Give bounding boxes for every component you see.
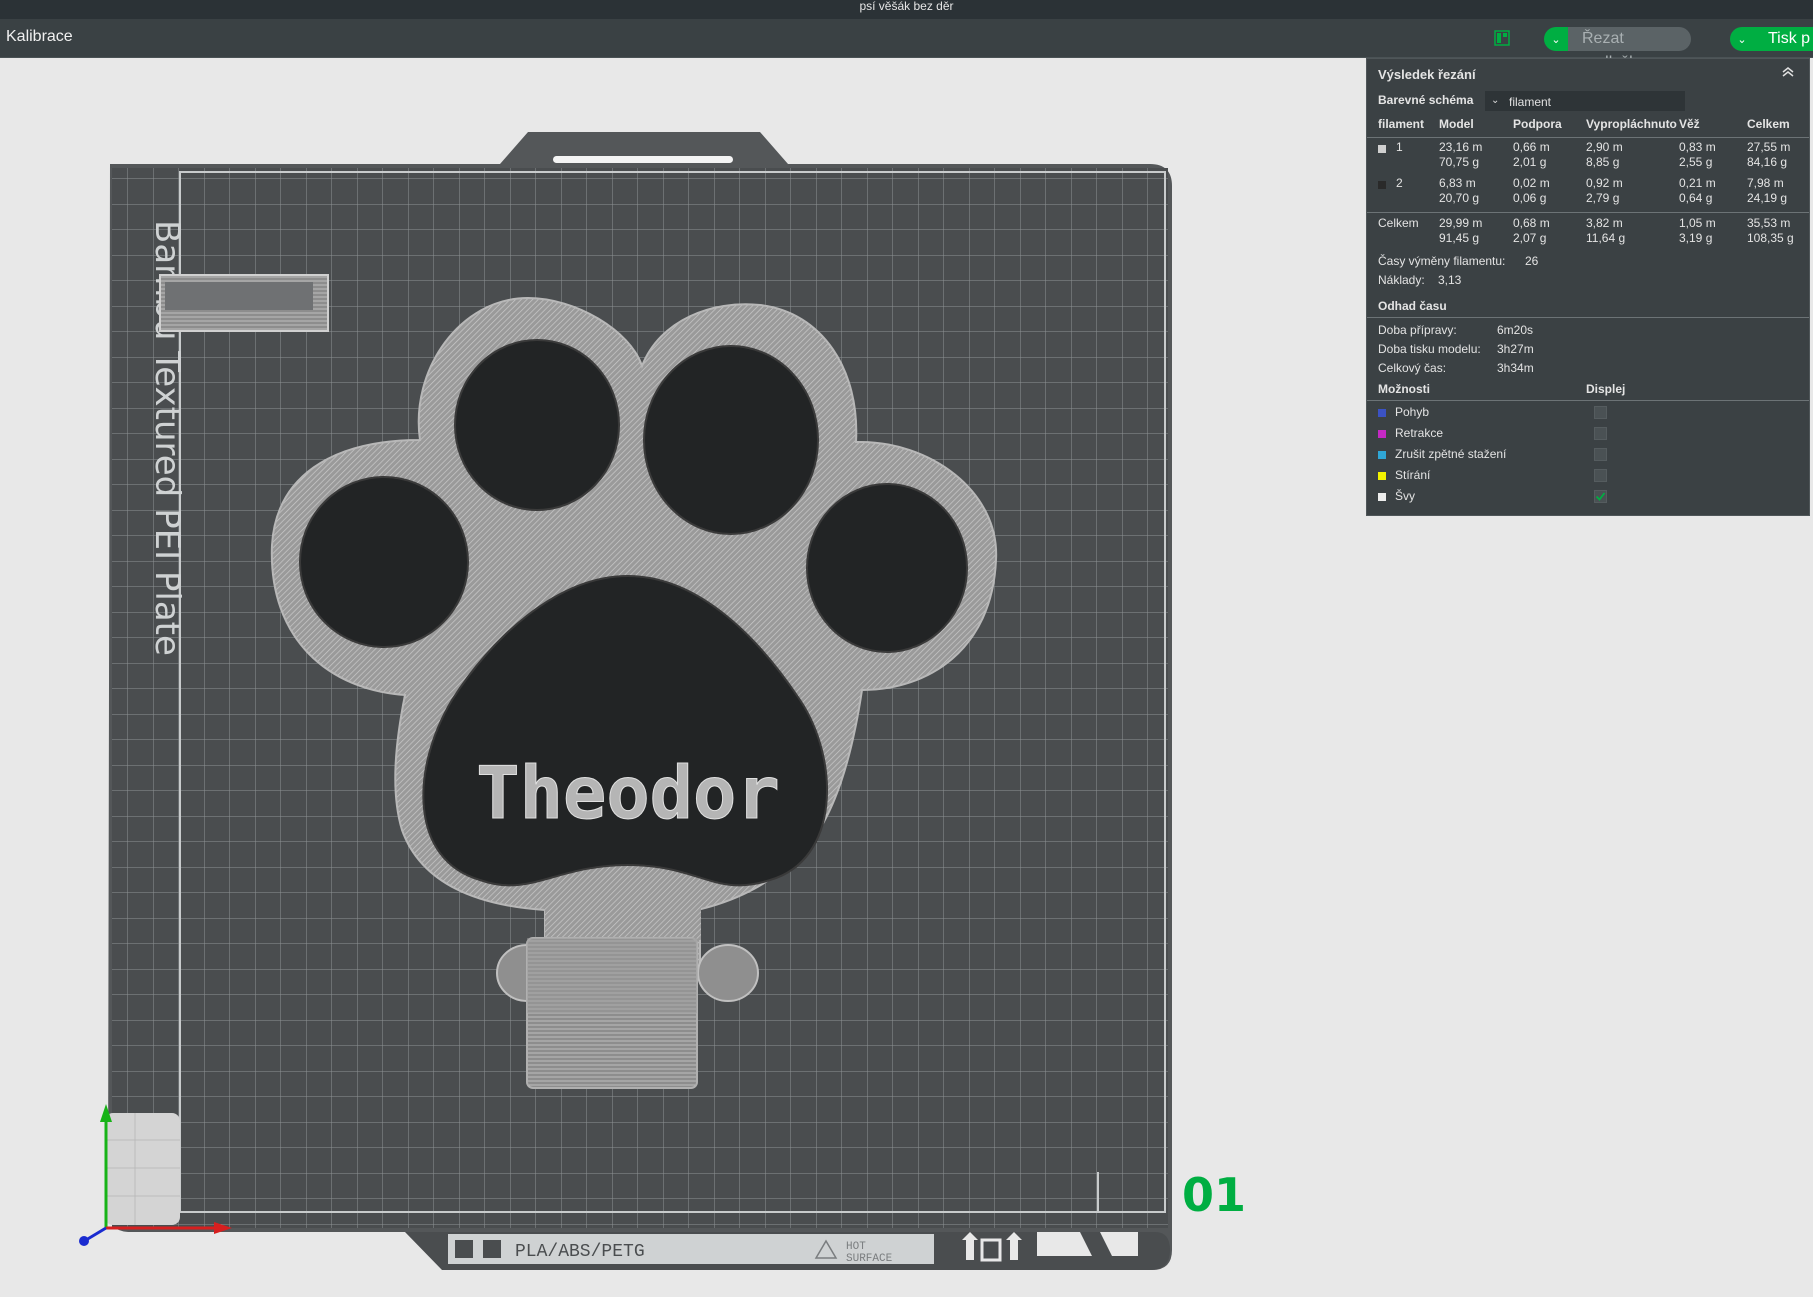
option-row-travel: Pohyb <box>1367 403 1809 423</box>
retraction-color-swatch <box>1378 430 1386 438</box>
seams-display-checkbox[interactable] <box>1594 490 1607 503</box>
options-header: Možnosti <box>1378 382 1430 396</box>
filament-2-swatch <box>1378 181 1386 189</box>
total-flushed: 3,82 m 11,64 g <box>1586 216 1626 245</box>
color-scheme-value: filament <box>1509 95 1552 109</box>
layout-icon[interactable] <box>1494 30 1510 46</box>
option-label: Pohyb <box>1395 405 1430 419</box>
time-estimate-section: Odhad času <box>1378 299 1447 313</box>
svg-text:HOT: HOT <box>846 1241 866 1253</box>
total-model: 29,99 m 91,45 g <box>1439 216 1483 245</box>
option-row-retraction: Retrakce <box>1367 424 1809 444</box>
option-label: Stírání <box>1395 468 1431 482</box>
filament-2-id: 2 <box>1396 176 1403 190</box>
table-header-separator <box>1367 137 1809 138</box>
prep-time-value: 6m20s <box>1497 323 1534 337</box>
option-row-seams: Švy <box>1367 487 1809 507</box>
col-header-flushed: Vypropláchnuto <box>1586 117 1677 131</box>
option-label: Zrušit zpětné stažení <box>1395 447 1507 461</box>
model-time-value: 3h27m <box>1497 342 1534 356</box>
filament-1-swatch <box>1378 145 1386 153</box>
filament-1-total: 27,55 m 84,16 g <box>1747 140 1791 169</box>
col-header-model: Model <box>1439 117 1474 131</box>
total-tower: 1,05 m 3,19 g <box>1679 216 1716 245</box>
filament-2-model: 6,83 m 20,70 g <box>1439 176 1480 205</box>
slice-dropdown-chevron-icon[interactable]: ⌄ <box>1544 27 1568 51</box>
model-time-label: Doba tisku modelu: <box>1378 342 1481 356</box>
svg-text:SURFACE: SURFACE <box>846 1253 893 1265</box>
color-scheme-select[interactable]: ⌄ filament <box>1485 91 1685 111</box>
time-separator <box>1367 317 1809 318</box>
cost-value: 3,13 <box>1438 273 1462 287</box>
slice-plate-button-group: ⌄ Řezat podložku <box>1544 27 1691 71</box>
option-row-wipe: Stírání <box>1367 466 1809 486</box>
color-scheme-label: Barevné schéma <box>1378 93 1474 107</box>
filament-1-model: 23,16 m 70,75 g <box>1439 140 1483 169</box>
seams-color-swatch <box>1378 493 1386 501</box>
checkmark-icon <box>1595 492 1606 501</box>
options-separator <box>1367 400 1809 401</box>
total-time-value: 3h34m <box>1497 361 1534 375</box>
window-titlebar: psí věšák bez děr <box>0 0 1813 19</box>
retraction-display-checkbox[interactable] <box>1594 427 1607 440</box>
display-header: Displej <box>1586 382 1626 396</box>
filament-changes-value: 26 <box>1525 254 1539 268</box>
plate-footer-text: PLA/ABS/PETG <box>515 1242 645 1262</box>
travel-display-checkbox[interactable] <box>1594 406 1607 419</box>
filament-2-flushed: 0,92 m 2,79 g <box>1586 176 1623 205</box>
chevron-down-icon: ⌄ <box>1491 95 1500 106</box>
col-header-total: Celkem <box>1747 117 1790 131</box>
wipe-color-swatch <box>1378 472 1386 480</box>
model-name-text: Theodor <box>476 751 779 835</box>
col-header-support: Podpora <box>1513 117 1562 131</box>
option-label: Švy <box>1395 489 1416 503</box>
total-separator <box>1367 212 1809 213</box>
panel-title: Výsledek řezání <box>1378 67 1476 82</box>
option-row-unretract: Zrušit zpětné stažení <box>1367 445 1809 465</box>
wipe-display-checkbox[interactable] <box>1594 469 1607 482</box>
unretract-color-swatch <box>1378 451 1386 459</box>
filament-1-tower: 0,83 m 2,55 g <box>1679 140 1716 169</box>
slice-result-panel: Výsledek řezání Barevné schéma ⌄ filamen… <box>1366 58 1810 516</box>
window-title: psí věšák bez děr <box>859 0 954 13</box>
double-chevron-up-icon[interactable] <box>1781 65 1795 79</box>
filament-2-support: 0,02 m 0,06 g <box>1513 176 1550 205</box>
cost-label: Náklady: <box>1378 273 1425 287</box>
plate-number-label[interactable]: 01 <box>1182 1168 1246 1222</box>
filament-changes-label: Časy výměny filamentu: <box>1378 254 1506 268</box>
option-label: Retrakce <box>1395 426 1444 440</box>
z-axis-line <box>85 1226 107 1242</box>
prep-time-label: Doba přípravy: <box>1378 323 1457 337</box>
filament-2-tower: 0,21 m 0,64 g <box>1679 176 1716 205</box>
col-header-filament: filament <box>1378 117 1425 131</box>
total-row-label: Celkem <box>1378 216 1419 230</box>
filament-1-id: 1 <box>1396 140 1403 154</box>
total-support: 0,68 m 2,07 g <box>1513 216 1550 245</box>
print-plate-button[interactable]: Tisk p <box>1754 27 1813 51</box>
unretract-display-checkbox[interactable] <box>1594 448 1607 461</box>
total-time-label: Celkový čas: <box>1378 361 1447 375</box>
calibration-menu[interactable]: Kalibrace <box>6 28 73 46</box>
filament-1-support: 0,66 m 2,01 g <box>1513 140 1550 169</box>
print-button-group: ⌄ Tisk p <box>1730 27 1813 51</box>
filament-1-flushed: 2,90 m 8,85 g <box>1586 140 1623 169</box>
total-total: 35,53 m 108,35 g <box>1747 216 1794 245</box>
col-header-tower: Věž <box>1679 117 1700 131</box>
top-toolbar: Kalibrace ⌄ Řezat podložku ⌄ Tisk p <box>0 19 1813 71</box>
filament-2-total: 7,98 m 24,19 g <box>1747 176 1788 205</box>
slice-plate-button[interactable]: Řezat podložku <box>1568 27 1691 71</box>
print-dropdown-chevron-icon[interactable]: ⌄ <box>1730 27 1754 51</box>
travel-color-swatch <box>1378 409 1386 417</box>
